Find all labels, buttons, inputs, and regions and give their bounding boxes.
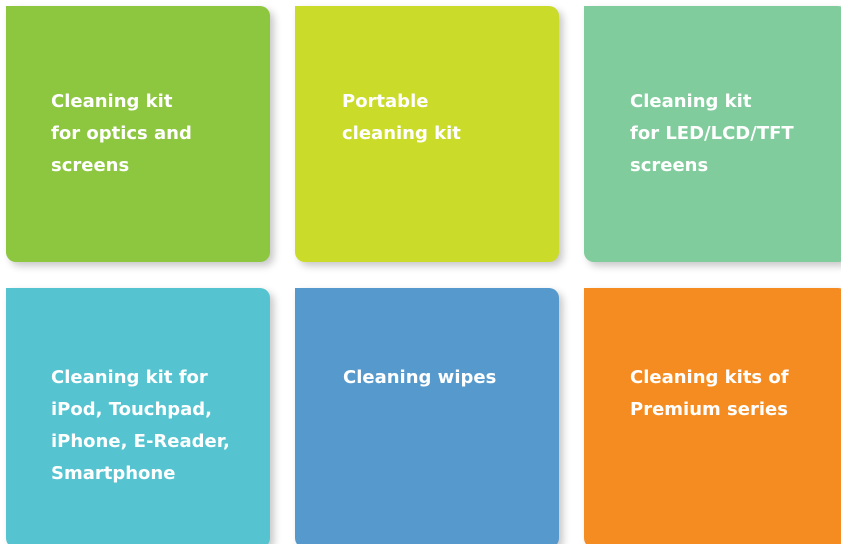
tile-cleaning-wipes[interactable]: Cleaning wipes — [295, 288, 559, 544]
tile-label: Cleaning kit for iPod, Touchpad, iPhone,… — [51, 367, 230, 484]
tile-premium-series-kits[interactable]: Cleaning kits of Premium series — [584, 288, 841, 544]
tile-label: Cleaning kit for LED/LCD/TFT screens — [630, 91, 794, 176]
tile-label: Cleaning wipes — [343, 367, 497, 388]
tile-led-lcd-tft-kit[interactable]: Cleaning kit for LED/LCD/TFT screens — [584, 6, 841, 262]
tile-label: Portable cleaning kit — [342, 91, 461, 144]
tile-optics-screens-kit[interactable]: Cleaning kit for optics and screens — [6, 6, 270, 262]
product-category-grid: Cleaning kit for optics and screens Port… — [0, 0, 841, 544]
tile-label: Cleaning kits of Premium series — [630, 367, 789, 420]
tile-label: Cleaning kit for optics and screens — [51, 91, 192, 176]
tile-portable-kit[interactable]: Portable cleaning kit — [295, 6, 559, 262]
tile-mobile-devices-kit[interactable]: Cleaning kit for iPod, Touchpad, iPhone,… — [6, 288, 270, 544]
